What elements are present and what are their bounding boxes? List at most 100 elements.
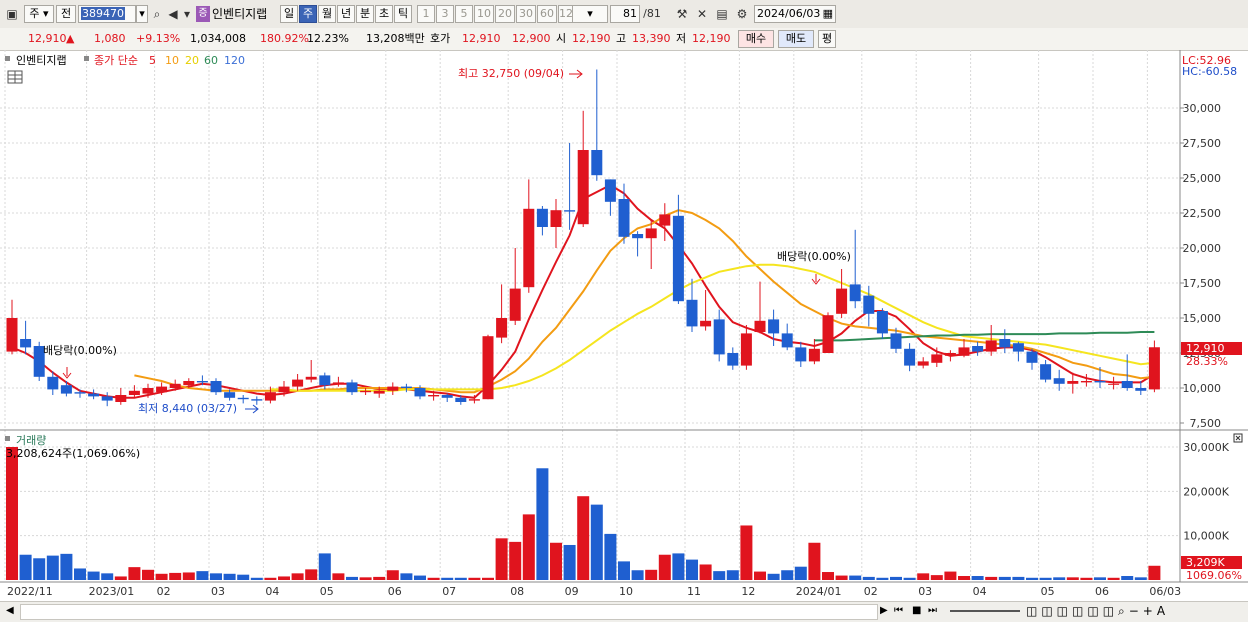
legend-ma10: 10 [165,54,179,67]
candle-body [591,150,603,176]
period-tab-6[interactable]: 틱 [394,5,412,23]
high-label: 고 [616,32,627,45]
crosshair-icon[interactable]: ✕ [694,5,710,23]
candle-body [686,299,698,327]
scroll-track[interactable] [20,604,878,620]
candle-body [672,215,684,302]
volume-bar [998,576,1011,580]
sell-button[interactable]: 매도 [778,30,814,48]
candle-body [550,210,562,227]
stock-chart[interactable]: 7,50010,00012,50015,00017,50020,00022,50… [0,50,1248,601]
interval-tab-0[interactable]: 1 [417,5,435,23]
type-select[interactable]: 주 ▾ [24,5,54,23]
stop-icon[interactable]: ■ [912,605,921,616]
candle-body [278,386,290,393]
period-tab-4[interactable]: 분 [356,5,374,23]
volume-bar [631,570,644,580]
period-tab-2[interactable]: 월 [318,5,336,23]
forward-icon[interactable]: ⏭ [928,605,937,616]
interval-tab-6[interactable]: 60 [537,5,557,23]
chart-grid [0,50,1180,582]
interval-tab-3[interactable]: 10 [474,5,494,23]
volume-bar [223,573,236,580]
interval-tab-2[interactable]: 5 [455,5,473,23]
interval-tab-1[interactable]: 3 [436,5,454,23]
price-axis-ticks: 7,50010,00012,50015,00017,50020,00022,50… [1180,102,1221,430]
speaker-icon[interactable]: ◀ [166,5,180,23]
volume-bar [971,576,984,580]
date-axis-ticks: 2022/11 2023/01 02 03 04 05 06 07 08 09 10 11 12 2024… [7,585,1181,598]
interval-tab-4[interactable]: 20 [495,5,515,23]
volume-bar [60,553,73,580]
save-icon[interactable]: ▤ [714,5,730,23]
zoom-slider[interactable] [950,610,1020,612]
candle-body [360,390,372,393]
volume-tick-label: 30,000K [1183,441,1229,454]
stock-dropdown-icon[interactable]: ▾ [136,5,148,23]
calendar-icon[interactable]: ▦ [823,6,833,22]
candle-body [1135,388,1147,391]
scroll-left-icon[interactable]: ◀ [6,605,14,616]
volume-bar [1134,577,1147,580]
period-tab-1[interactable]: 주 [299,5,317,23]
rewind-icon[interactable]: ⏮ [894,605,903,616]
extra-button[interactable]: 평 [818,30,836,48]
count-input[interactable]: 81 [610,5,640,23]
volume-bar [427,577,440,580]
volume-axis-ticks: 10,000K 20,000K 30,000K [1183,441,1229,543]
candle-body [754,320,766,332]
candle-body [931,354,943,363]
date-tick-label: 04 [973,585,987,598]
volume-bar [142,569,154,580]
date-input[interactable]: 2024/06/03 ▦ [754,5,836,23]
volume-bar [1094,577,1106,580]
period-tab-3[interactable]: 년 [337,5,355,23]
type-select-value: 주 [29,7,40,20]
count-select[interactable]: ▾ [572,5,608,23]
candle-body [1080,381,1092,383]
date-tick-label: 05 [1041,585,1055,598]
candle-body [237,397,249,400]
volume-bar [985,576,998,580]
prev-button[interactable]: 전 [56,5,76,23]
volume-bar [726,570,739,580]
volume-bar [686,559,698,580]
low-arrow-icon [245,404,259,414]
stock-code-input[interactable]: 389470 [78,5,136,23]
date-value: 2024/06/03 [757,7,821,20]
speaker-dropdown-icon[interactable]: ▾ [182,5,192,23]
search-icon[interactable]: ⌕ [150,5,164,23]
price-tag: 12,910 [1186,342,1225,355]
candle-body [577,150,589,225]
gear-icon[interactable]: ⚙ [734,5,750,23]
high-arrow-icon [569,69,583,79]
period-tab-0[interactable]: 일 [280,5,298,23]
volume-bar [359,577,372,580]
period-tab-5[interactable]: 초 [375,5,393,23]
volume-bar [740,525,753,580]
price-tick-label: 30,000 [1183,102,1222,115]
view-tools-icon[interactable]: ◫◫◫◫◫◫⌕−+A [1026,604,1169,619]
candle-body [536,208,548,227]
buy-button[interactable]: 매수 [738,30,774,48]
volume-bar [1066,577,1079,580]
volume-bar [468,577,481,580]
high-price: 13,390 [632,32,671,45]
candle-body [1108,383,1120,385]
candle-body [224,392,236,398]
scroll-right-icon[interactable]: ▶ [880,605,888,616]
ex-dividend-annotation-1: 배당락(0.00%) [43,344,117,357]
volume-bar [454,577,467,580]
candle-body [74,392,86,394]
candle-body [768,319,780,334]
low-annotation: 최저 8,440 (03/27) [138,402,237,415]
scroll-bar[interactable]: ◀ ▶ ⏮ ■ ⏭ ◫◫◫◫◫◫⌕−+A [0,601,1248,622]
volume-bar [87,571,100,580]
interval-tab-5[interactable]: 30 [516,5,536,23]
layout-icon[interactable]: ▣ [4,5,20,23]
candle-body [604,179,616,202]
trade-amount: 13,208백만 [366,32,425,45]
tools-icon[interactable]: ⚒ [674,5,690,23]
date-tick-label: 05 [320,585,334,598]
candle-body [468,399,480,401]
